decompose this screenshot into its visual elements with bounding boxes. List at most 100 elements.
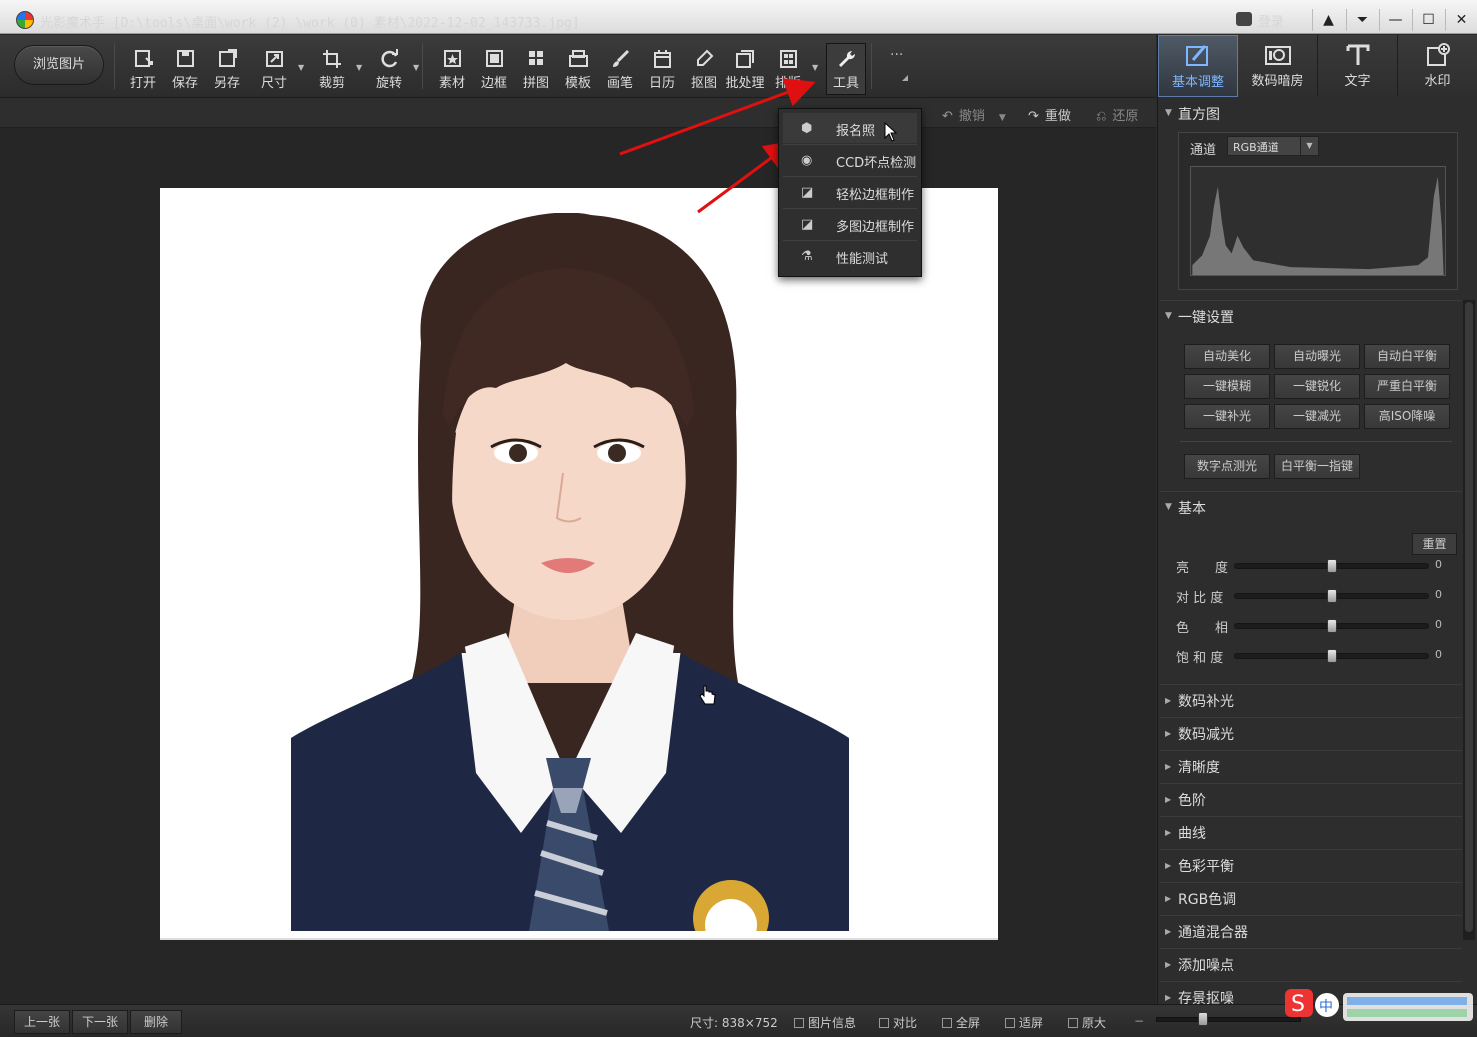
- next-image-button[interactable]: 下一张: [72, 1010, 128, 1034]
- tool-collage-button[interactable]: 拼图: [515, 45, 557, 93]
- tool-crop-button[interactable]: 裁剪: [311, 45, 353, 93]
- section-collapsed[interactable]: ▶ 数码补光: [1160, 687, 1460, 715]
- scrollbar-thumb[interactable]: [1465, 302, 1473, 932]
- slider-handle[interactable]: [1326, 589, 1337, 603]
- section-title: RGB色调: [1178, 892, 1237, 908]
- tool-open-button[interactable]: 打开: [122, 45, 164, 93]
- photo[interactable]: [160, 188, 998, 940]
- tool-label: 尺寸: [260, 76, 287, 91]
- zoom-slider-handle[interactable]: [1198, 1012, 1208, 1026]
- blur-button[interactable]: 一键模糊: [1184, 374, 1270, 399]
- template-icon: [569, 50, 588, 67]
- tool-border-button[interactable]: 边框: [473, 45, 515, 93]
- tab-label: 文字: [1344, 74, 1371, 89]
- spot-metering-button[interactable]: 数字点测光: [1184, 454, 1270, 479]
- chevron-right-icon: ▶: [1165, 861, 1172, 870]
- tool-rotate-button[interactable]: 旋转: [368, 45, 410, 93]
- menu-item-multi-border[interactable]: ◪ 多图边框制作: [783, 209, 917, 239]
- darkroom-icon: [1264, 46, 1291, 65]
- tab-text[interactable]: 文字: [1318, 35, 1398, 97]
- section-title: 直方图: [1178, 107, 1220, 123]
- login-button[interactable]: 登录: [1230, 9, 1310, 31]
- reset-button[interactable]: 重置: [1412, 533, 1457, 555]
- slider-value: 0: [1435, 618, 1442, 631]
- section-collapsed[interactable]: ▶ 色阶: [1160, 786, 1460, 814]
- undo-dropdown-icon[interactable]: ▼: [999, 113, 1006, 123]
- tab-watermark[interactable]: 水印: [1398, 35, 1477, 97]
- slider-handle[interactable]: [1326, 619, 1337, 633]
- slider-handle[interactable]: [1326, 559, 1337, 573]
- chevron-right-icon: ▶: [1165, 960, 1172, 969]
- restore-icon: ⎌: [1096, 109, 1107, 124]
- minimize-button[interactable]: —: [1379, 9, 1411, 31]
- original-size-button[interactable]: 原大: [1068, 1014, 1106, 1031]
- section-collapsed[interactable]: ▶ 清晰度: [1160, 753, 1460, 781]
- chevron-right-icon: ▶: [1165, 993, 1172, 1002]
- section-collapsed[interactable]: ▶ 添加噪点: [1160, 951, 1460, 979]
- menu-item-easy-border[interactable]: ◪ 轻松边框制作: [783, 177, 917, 207]
- tab-darkroom[interactable]: 数码暗房: [1238, 35, 1318, 97]
- restore-button[interactable]: ⎌ 还原: [1096, 105, 1138, 124]
- browse-images-button[interactable]: 浏览图片: [14, 45, 104, 85]
- section-basic[interactable]: ▼ 基本: [1160, 494, 1460, 522]
- fullscreen-button[interactable]: 全屏: [942, 1014, 980, 1031]
- sharpen-button[interactable]: 一键锐化: [1274, 374, 1360, 399]
- auto-white-balance-button[interactable]: 自动白平衡: [1364, 344, 1450, 369]
- svg-text:中: 中: [1319, 999, 1333, 1015]
- expand-corner-icon[interactable]: [902, 75, 908, 81]
- right-panel-scrollbar[interactable]: [1463, 300, 1475, 940]
- tab-basic-adjust[interactable]: 基本调整: [1158, 35, 1238, 97]
- tool-save-button[interactable]: 保存: [164, 45, 206, 93]
- tool-label: 保存: [171, 76, 198, 91]
- undo-icon: ↶: [942, 109, 953, 124]
- high-iso-denoise-button[interactable]: 高ISO降噪: [1364, 404, 1450, 429]
- auto-exposure-button[interactable]: 自动曝光: [1274, 344, 1360, 369]
- section-title: 基本: [1178, 501, 1206, 517]
- image-info-button[interactable]: 图片信息: [794, 1014, 856, 1031]
- section-histogram[interactable]: ▼ 直方图: [1160, 100, 1460, 128]
- section-title: 通道混合器: [1178, 925, 1248, 941]
- prev-image-button[interactable]: 上一张: [14, 1010, 70, 1034]
- menu-item-performance[interactable]: ⚗ 性能测试: [783, 241, 917, 271]
- redo-button[interactable]: ↷ 重做: [1028, 105, 1071, 124]
- chevron-down-icon[interactable]: ▼: [298, 63, 306, 72]
- zoom-slider[interactable]: [1156, 1017, 1301, 1022]
- undo-label: 撤销: [958, 109, 985, 124]
- section-collapsed[interactable]: ▶ 曲线: [1160, 819, 1460, 847]
- tool-template-button[interactable]: 模板: [557, 45, 599, 93]
- skin-button[interactable]: ▲: [1312, 9, 1344, 31]
- white-balance-picker-button[interactable]: 白平衡一指键: [1274, 454, 1360, 479]
- tool-save-as-button[interactable]: 另存: [206, 45, 248, 93]
- chevron-down-icon[interactable]: ▼: [413, 63, 421, 72]
- zoom-out-icon[interactable]: −: [1134, 1014, 1144, 1028]
- divider: [1160, 783, 1462, 784]
- more-icon[interactable]: ···: [890, 47, 903, 63]
- close-button[interactable]: ✕: [1445, 9, 1477, 31]
- slider-handle[interactable]: [1326, 649, 1337, 663]
- maximize-button[interactable]: ☐: [1412, 9, 1444, 31]
- fit-screen-button[interactable]: 适屏: [1005, 1014, 1043, 1031]
- compare-button[interactable]: 对比: [879, 1014, 917, 1031]
- divider: [1160, 915, 1462, 916]
- undo-button[interactable]: ↶ 撤销 ▼: [942, 105, 1006, 124]
- section-collapsed[interactable]: ▶ 通道混合器: [1160, 918, 1460, 946]
- tool-resize-button[interactable]: 尺寸: [253, 45, 295, 93]
- divider: [1160, 300, 1462, 301]
- reduce-light-button[interactable]: 一键减光: [1274, 404, 1360, 429]
- channel-select[interactable]: RGB通道 ▼: [1227, 136, 1319, 156]
- tool-material-button[interactable]: 素材: [431, 45, 473, 93]
- menu-button[interactable]: ⏷: [1346, 9, 1378, 31]
- chevron-right-icon: ▶: [1165, 927, 1172, 936]
- auto-beautify-button[interactable]: 自动美化: [1184, 344, 1270, 369]
- image-size-text: 尺寸: 838×752: [690, 1016, 778, 1030]
- section-onekey[interactable]: ▼ 一键设置: [1160, 303, 1460, 331]
- delete-button[interactable]: 删除: [130, 1010, 182, 1034]
- section-collapsed[interactable]: ▶ RGB色调: [1160, 885, 1460, 913]
- section-collapsed[interactable]: ▶ 数码减光: [1160, 720, 1460, 748]
- section-collapsed[interactable]: ▶ 色彩平衡: [1160, 852, 1460, 880]
- severe-white-balance-button[interactable]: 严重白平衡: [1364, 374, 1450, 399]
- site-watermark-logo: S 中: [1285, 989, 1473, 1021]
- fill-light-button[interactable]: 一键补光: [1184, 404, 1270, 429]
- menu-item-ccd-check[interactable]: ◉ CCD坏点检测: [783, 145, 917, 175]
- chevron-down-icon[interactable]: ▼: [356, 63, 364, 72]
